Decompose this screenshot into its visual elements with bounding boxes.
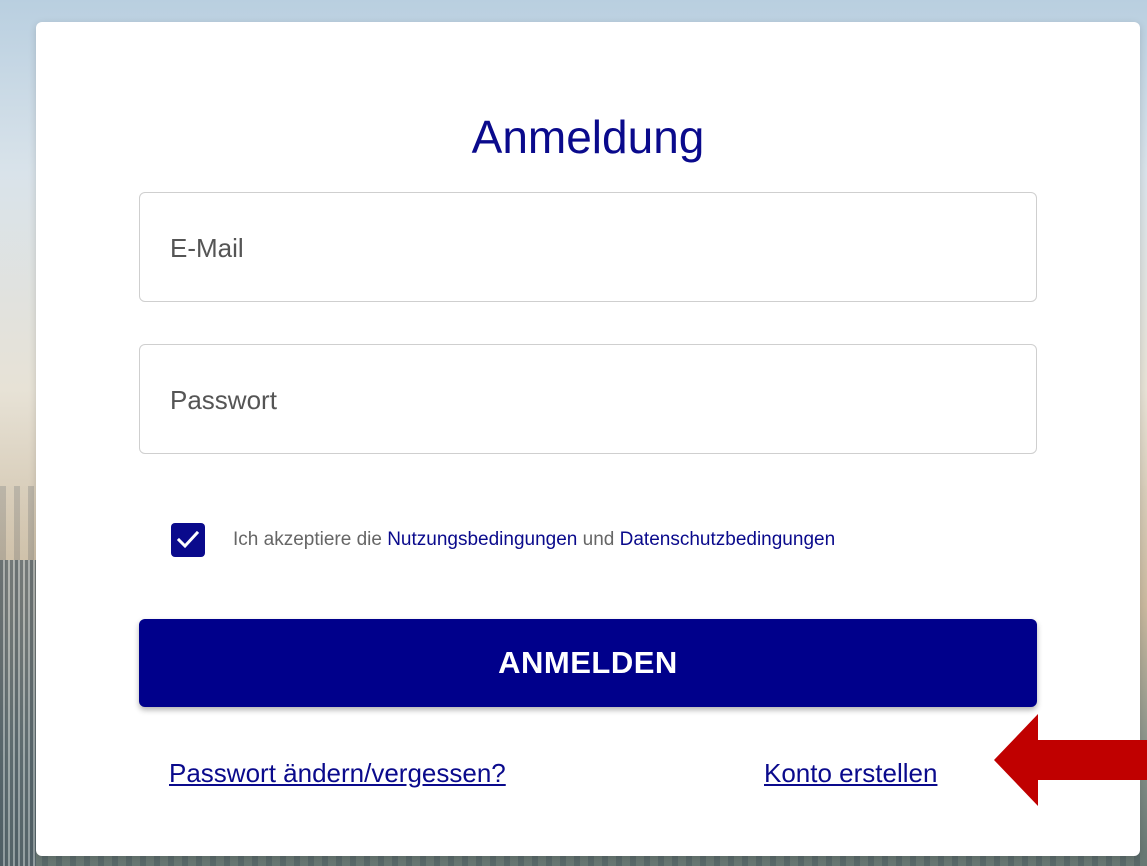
- consent-checkbox[interactable]: [171, 523, 205, 557]
- arrow-left-icon: [994, 714, 1147, 806]
- create-account-link[interactable]: Konto erstellen: [764, 758, 937, 789]
- checkmark-icon: [177, 531, 199, 549]
- privacy-link[interactable]: Datenschutzbedingungen: [620, 529, 836, 550]
- consent-row: Ich akzeptiere die Nutzungsbedingungen u…: [171, 522, 835, 558]
- login-button[interactable]: ANMELDEN: [139, 619, 1037, 707]
- terms-link[interactable]: Nutzungsbedingungen: [387, 529, 577, 550]
- background-building: [0, 560, 36, 866]
- consent-text: Ich akzeptiere die Nutzungsbedingungen u…: [233, 529, 835, 551]
- email-field[interactable]: [168, 193, 1012, 303]
- email-field-container[interactable]: [139, 192, 1037, 303]
- page-title: Anmeldung: [471, 111, 705, 163]
- login-card: Anmeldung Ich akzeptiere die Nutzungsbed…: [36, 22, 1140, 856]
- password-field-container[interactable]: [139, 344, 1037, 455]
- consent-prefix: Ich akzeptiere die: [233, 529, 388, 550]
- consent-middle: und: [577, 529, 620, 550]
- forgot-password-link[interactable]: Passwort ändern/vergessen?: [169, 758, 506, 789]
- password-field[interactable]: [168, 345, 1012, 455]
